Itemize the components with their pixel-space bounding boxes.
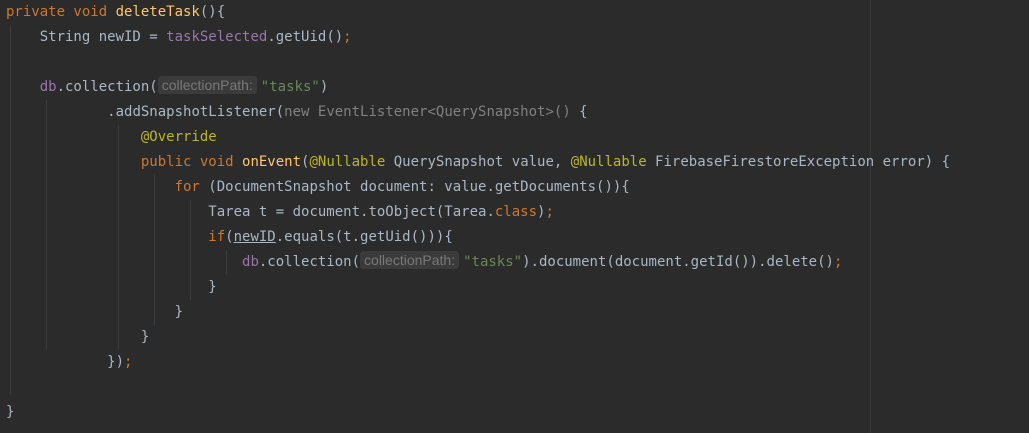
token-text: .collection( [56,79,158,95]
code-line-7[interactable]: public void onEvent(@Nullable QuerySnaps… [6,150,950,175]
token-brace: } [6,404,15,420]
code-line-4[interactable]: db.collection(collectionPath: "tasks") [6,75,950,100]
token-text: FirebaseFirestoreException error) { [646,154,951,170]
token-annotation: @Nullable [309,154,386,170]
code-lines[interactable]: private void deleteTask(){ String newID … [6,0,950,425]
token-text: QuerySnapshot value, [385,154,571,170]
token-text: (){ [199,4,226,20]
token-keyword: class [494,204,538,220]
token-text: .equals(t.getUid())){ [275,229,453,245]
parameter-hint: collectionPath: [157,76,257,94]
code-editor[interactable]: private void deleteTask(){ String newID … [0,0,1029,433]
code-line-16[interactable] [6,375,950,400]
token-underlined-variable: newID [233,229,276,245]
token-semicolon: ; [124,354,133,370]
token-semicolon: ; [343,29,352,45]
token-brace: } [140,329,150,345]
token-string: "tasks" [260,79,320,95]
token-brace: }) [107,354,125,370]
code-line-12[interactable]: } [6,275,950,300]
token-text: .addSnapshotListener( [107,104,285,120]
token-text: .collection( [258,254,361,270]
token-collapsible: new EventListener<QuerySnapshot>() [284,104,571,120]
parameter-hint: collectionPath: [360,251,460,269]
token-method-name: onEvent [242,154,302,170]
token-keyword: for [174,179,200,195]
token-text: ( [225,229,234,245]
token-string: "tasks" [463,254,523,270]
token-text: (DocumentSnapshot document: value.getDoc… [199,179,630,195]
code-line-15[interactable]: }); [6,350,950,375]
code-line-5[interactable]: .addSnapshotListener(new EventListener<Q… [6,100,950,125]
token-annotation: @Nullable [570,154,647,170]
token-field: db [39,79,57,95]
code-line-11[interactable]: db.collection(collectionPath: "tasks").do… [6,250,950,275]
code-line-2[interactable]: String newID = taskSelected.getUid(); [6,25,950,50]
token-text: { [570,104,588,120]
code-line-17[interactable]: } [6,400,950,425]
token-text: ).document(document.getId()).delete() [522,254,834,270]
token-text: ) [319,79,329,95]
token-field: db [242,254,259,270]
code-line-14[interactable]: } [6,325,950,350]
code-line-8[interactable]: for (DocumentSnapshot document: value.ge… [6,175,950,200]
token-keyword: public void [140,154,243,170]
token-brace: } [174,304,184,320]
token-text: Tarea t = document.toObject(Tarea. [208,204,495,220]
code-line-10[interactable]: if(newID.equals(t.getUid())){ [6,225,950,250]
token-keyword: if [208,229,226,245]
code-line-3[interactable] [6,50,950,75]
token-semicolon: ; [833,254,843,270]
token-semicolon: ; [545,204,554,220]
token-text: String newID = [39,29,167,45]
code-line-9[interactable]: Tarea t = document.toObject(Tarea.class)… [6,200,950,225]
token-keyword: private void [6,4,116,20]
token-field: taskSelected [166,29,268,45]
token-brace: } [208,279,217,295]
code-line-13[interactable]: } [6,300,950,325]
token-method-name: deleteTask [115,4,200,20]
code-line-6[interactable]: @Override [6,125,950,150]
token-text: .getUid() [267,29,344,45]
token-annotation: @Override [140,129,217,145]
code-line-1[interactable]: private void deleteTask(){ [6,0,950,25]
